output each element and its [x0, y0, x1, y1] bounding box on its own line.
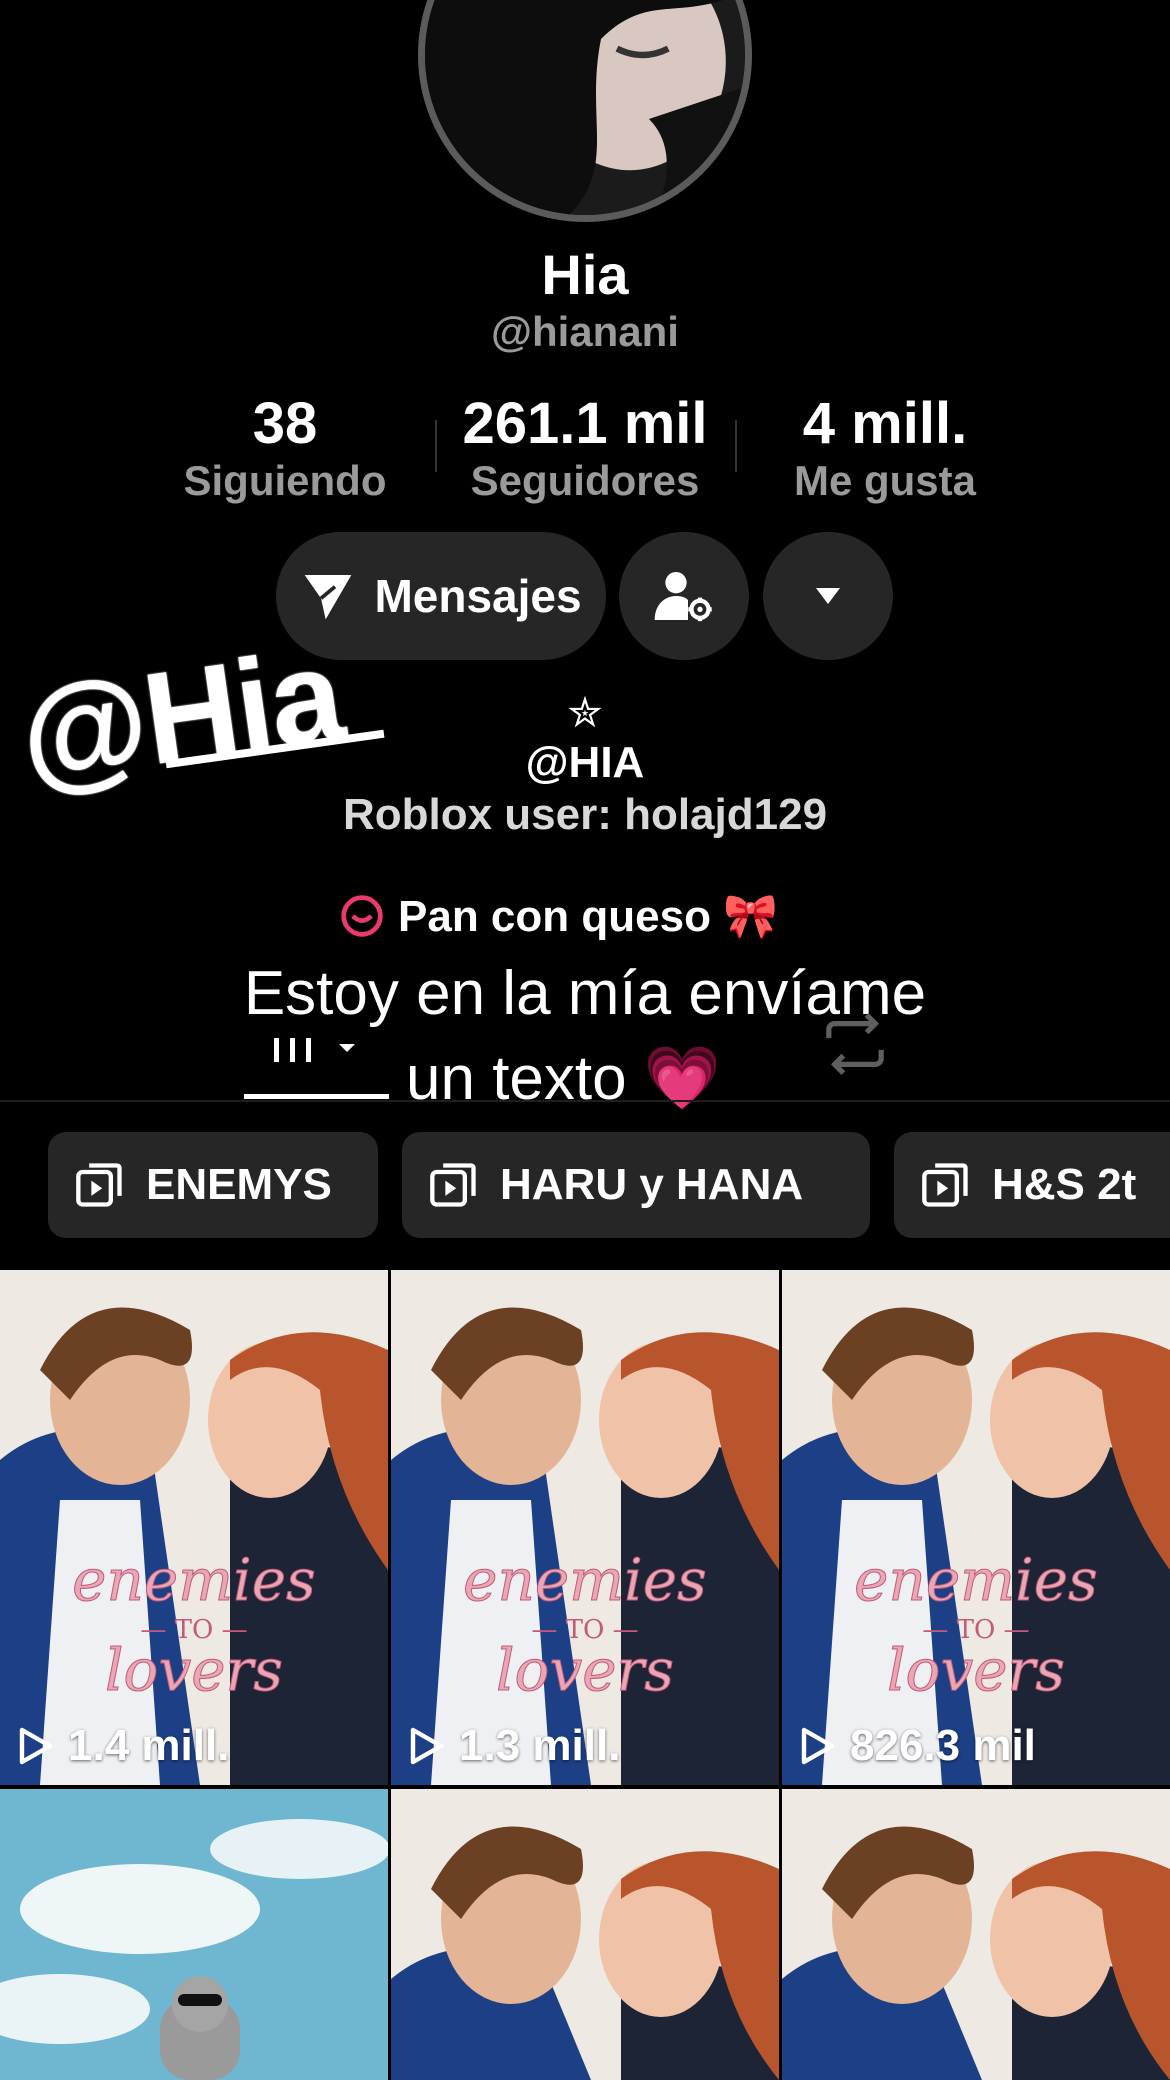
videos-tab[interactable] [244, 1030, 389, 1102]
avatar[interactable] [418, 0, 752, 222]
bio-line-2: Roblox user: holajd129 [342, 790, 828, 839]
view-count-label: 826.3 mil [850, 1721, 1036, 1770]
bio-line-3-row: Pan con queso 🎀 [340, 890, 778, 942]
svg-text:enemies: enemies [854, 1546, 1098, 1614]
playlist-chip-3[interactable]: H&S 2t [894, 1132, 1170, 1238]
video-thumbnail[interactable]: enemies — TO — lovers 1.4 mill. [0, 1270, 388, 1785]
play-icon [801, 1727, 835, 1765]
view-count: 1.4 mill. [18, 1721, 229, 1771]
caption-line-1: Estoy en la mía envíame [243, 959, 927, 1028]
video-cover-image: enemies — TO — lovers [391, 1270, 779, 1785]
stat-followers-value: 261.1 mil [462, 391, 708, 456]
playlist-chip-2[interactable]: HARU y HANA [402, 1132, 870, 1238]
bio-line-3: Pan con queso 🎀 [398, 892, 778, 941]
stat-following-label: Siguiendo [183, 457, 387, 504]
stat-following-value: 38 [252, 391, 318, 456]
messages-button-label: Mensajes [374, 570, 582, 622]
video-cover-image [782, 1789, 1170, 2080]
send-icon [305, 575, 352, 620]
svg-text:lovers: lovers [496, 1636, 674, 1704]
svg-text:enemies: enemies [463, 1546, 707, 1614]
add-friend-settings-button[interactable] [619, 532, 749, 660]
tab-divider [0, 1100, 1170, 1102]
stat-divider [435, 420, 437, 472]
play-icon [410, 1727, 444, 1765]
stat-likes[interactable]: 4 mill. Me gusta [745, 392, 1025, 506]
video-thumbnail[interactable]: enemies — TO — lovers 826.3 mil [782, 1270, 1170, 1785]
view-count: 1.3 mill. [409, 1721, 620, 1771]
caret-down-icon [816, 588, 840, 604]
stat-likes-value: 4 mill. [802, 391, 968, 456]
stat-followers-label: Seguidores [470, 457, 700, 504]
profile-name: Hia [541, 243, 629, 306]
stat-divider [735, 420, 737, 472]
video-thumbnail[interactable]: enemies — TO — lovers 1.3 mill. [391, 1270, 779, 1785]
profile-handle: @hianani [491, 308, 679, 355]
video-thumbnail[interactable] [391, 1789, 779, 2080]
reposts-tab[interactable] [820, 1012, 890, 1081]
video-cover-image [0, 1789, 388, 2080]
stat-followers[interactable]: 261.1 mil Seguidores [445, 392, 725, 506]
smile-icon [341, 895, 383, 937]
view-count-label: 1.3 mill. [459, 1721, 621, 1770]
playlist-icon [430, 1163, 476, 1207]
playlist-chip-1[interactable]: ENEMYS [48, 1132, 378, 1238]
view-count-label: 1.4 mill. [68, 1721, 230, 1770]
stat-likes-label: Me gusta [793, 457, 977, 504]
playlist-chip-2-label: HARU y HANA [500, 1160, 804, 1209]
video-thumbnail[interactable] [0, 1789, 388, 2080]
video-cover-image [391, 1789, 779, 2080]
svg-text:lovers: lovers [887, 1636, 1065, 1704]
playlist-icon [922, 1163, 968, 1207]
play-icon [19, 1727, 53, 1765]
video-cover-image: enemies — TO — lovers [0, 1270, 388, 1785]
svg-text:enemies: enemies [72, 1546, 316, 1614]
view-count: 826.3 mil [800, 1721, 1036, 1771]
more-options-button[interactable] [763, 532, 893, 660]
svg-text:lovers: lovers [105, 1636, 283, 1704]
video-cover-image: enemies — TO — lovers [782, 1270, 1170, 1785]
playlist-chip-1-label: ENEMYS [146, 1160, 332, 1209]
playlist-chip-3-label: H&S 2t [992, 1160, 1137, 1209]
stat-following[interactable]: 38 Siguiendo [145, 392, 425, 506]
caption-line-2: un texto 💗 [406, 1044, 722, 1113]
video-thumbnail[interactable] [782, 1789, 1170, 2080]
repost-icon [826, 1013, 884, 1075]
avatar-image [425, 0, 745, 215]
grid-tab-icon [244, 1038, 389, 1099]
playlist-icon [76, 1163, 122, 1207]
user-gear-icon [654, 572, 712, 622]
